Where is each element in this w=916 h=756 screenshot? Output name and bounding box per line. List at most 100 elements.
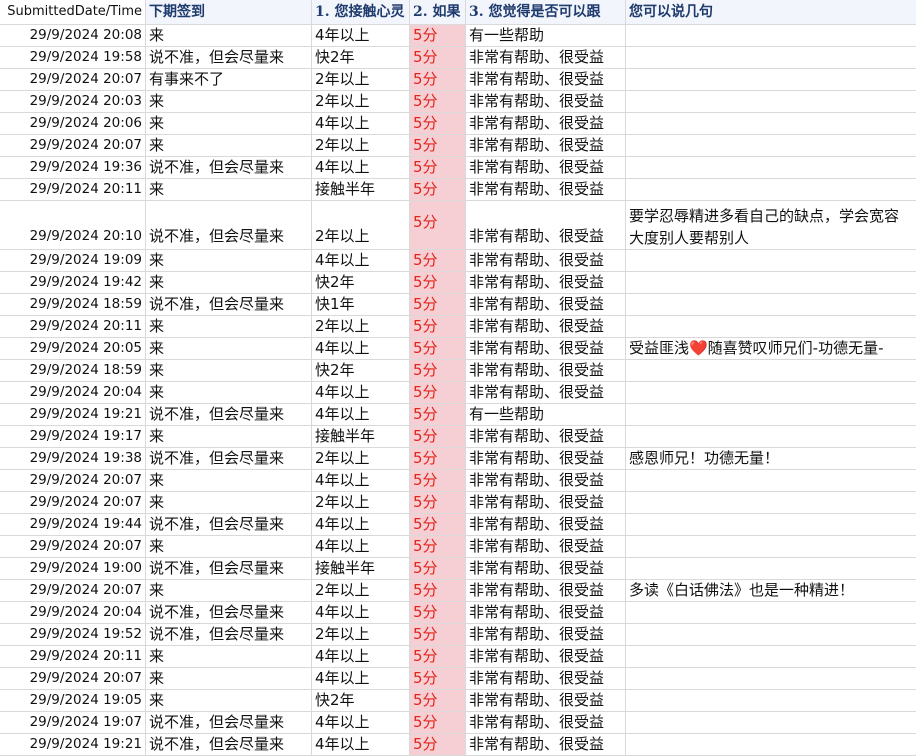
cell-signin[interactable]: 来 bbox=[146, 360, 312, 381]
cell-score[interactable]: 5分 bbox=[410, 294, 466, 315]
cell-comment[interactable] bbox=[626, 558, 916, 579]
cell-signin[interactable]: 来 bbox=[146, 470, 312, 491]
cell-signin[interactable]: 来 bbox=[146, 646, 312, 667]
cell-comment[interactable] bbox=[626, 316, 916, 337]
cell-score[interactable]: 5分 bbox=[410, 179, 466, 200]
cell-help[interactable]: 非常有帮助、很受益 bbox=[466, 338, 626, 359]
cell-signin[interactable]: 来 bbox=[146, 179, 312, 200]
cell-score[interactable]: 5分 bbox=[410, 470, 466, 491]
cell-duration[interactable]: 4年以上 bbox=[312, 404, 410, 425]
cell-date[interactable]: 29/9/2024 20:06 bbox=[0, 113, 146, 134]
cell-date[interactable]: 29/9/2024 20:10 bbox=[0, 201, 146, 249]
cell-score[interactable]: 5分 bbox=[410, 536, 466, 557]
cell-help[interactable]: 非常有帮助、很受益 bbox=[466, 250, 626, 271]
cell-duration[interactable]: 4年以上 bbox=[312, 514, 410, 535]
cell-signin[interactable]: 来 bbox=[146, 492, 312, 513]
cell-duration[interactable]: 2年以上 bbox=[312, 135, 410, 156]
cell-date[interactable]: 29/9/2024 19:36 bbox=[0, 157, 146, 178]
cell-help[interactable]: 有一些帮助 bbox=[466, 404, 626, 425]
header-cell-signin[interactable]: 下期签到 bbox=[146, 0, 312, 24]
cell-date[interactable]: 29/9/2024 19:09 bbox=[0, 250, 146, 271]
cell-comment[interactable] bbox=[626, 69, 916, 90]
cell-comment[interactable] bbox=[626, 536, 916, 557]
cell-signin[interactable]: 说不准，但会尽量来 bbox=[146, 47, 312, 68]
cell-score[interactable]: 5分 bbox=[410, 91, 466, 112]
cell-comment[interactable] bbox=[626, 690, 916, 711]
cell-signin[interactable]: 来 bbox=[146, 113, 312, 134]
cell-signin[interactable]: 来 bbox=[146, 536, 312, 557]
cell-date[interactable]: 29/9/2024 19:21 bbox=[0, 404, 146, 425]
cell-comment[interactable] bbox=[626, 25, 916, 46]
cell-signin[interactable]: 说不准，但会尽量来 bbox=[146, 404, 312, 425]
cell-score[interactable]: 5分 bbox=[410, 360, 466, 381]
cell-help[interactable]: 非常有帮助、很受益 bbox=[466, 514, 626, 535]
cell-help[interactable]: 非常有帮助、很受益 bbox=[466, 536, 626, 557]
cell-date[interactable]: 29/9/2024 20:04 bbox=[0, 602, 146, 623]
cell-score[interactable]: 5分 bbox=[410, 448, 466, 469]
cell-comment[interactable] bbox=[626, 404, 916, 425]
cell-score[interactable]: 5分 bbox=[410, 47, 466, 68]
cell-help[interactable]: 非常有帮助、很受益 bbox=[466, 113, 626, 134]
cell-help[interactable]: 非常有帮助、很受益 bbox=[466, 135, 626, 156]
cell-duration[interactable]: 2年以上 bbox=[312, 492, 410, 513]
cell-comment[interactable] bbox=[626, 157, 916, 178]
cell-signin[interactable]: 说不准，但会尽量来 bbox=[146, 712, 312, 733]
cell-duration[interactable]: 4年以上 bbox=[312, 734, 410, 755]
cell-duration[interactable]: 2年以上 bbox=[312, 91, 410, 112]
cell-score[interactable]: 5分 bbox=[410, 492, 466, 513]
header-cell-q2[interactable]: 2. 如果 bbox=[410, 0, 466, 24]
cell-duration[interactable]: 4年以上 bbox=[312, 646, 410, 667]
cell-signin[interactable]: 来 bbox=[146, 382, 312, 403]
cell-help[interactable]: 非常有帮助、很受益 bbox=[466, 69, 626, 90]
cell-signin[interactable]: 来 bbox=[146, 135, 312, 156]
cell-comment[interactable] bbox=[626, 382, 916, 403]
cell-comment[interactable]: 感恩师兄！功德无量！ bbox=[626, 448, 916, 469]
cell-help[interactable]: 非常有帮助、很受益 bbox=[466, 91, 626, 112]
cell-help[interactable]: 非常有帮助、很受益 bbox=[466, 646, 626, 667]
cell-date[interactable]: 29/9/2024 20:07 bbox=[0, 492, 146, 513]
cell-signin[interactable]: 说不准，但会尽量来 bbox=[146, 624, 312, 645]
cell-score[interactable]: 5分 bbox=[410, 113, 466, 134]
cell-duration[interactable]: 4年以上 bbox=[312, 470, 410, 491]
cell-duration[interactable]: 快2年 bbox=[312, 272, 410, 293]
cell-duration[interactable]: 4年以上 bbox=[312, 536, 410, 557]
cell-help[interactable]: 非常有帮助、很受益 bbox=[466, 426, 626, 447]
cell-score[interactable]: 5分 bbox=[410, 426, 466, 447]
cell-help[interactable]: 非常有帮助、很受益 bbox=[466, 157, 626, 178]
header-cell-submitted[interactable]: SubmittedDate/Time bbox=[0, 0, 146, 24]
cell-signin[interactable]: 来 bbox=[146, 668, 312, 689]
cell-help[interactable]: 非常有帮助、很受益 bbox=[466, 272, 626, 293]
cell-duration[interactable]: 4年以上 bbox=[312, 25, 410, 46]
cell-duration[interactable]: 4年以上 bbox=[312, 113, 410, 134]
cell-duration[interactable]: 4年以上 bbox=[312, 382, 410, 403]
cell-score[interactable]: 5分 bbox=[410, 734, 466, 755]
cell-help[interactable]: 非常有帮助、很受益 bbox=[466, 179, 626, 200]
cell-comment[interactable] bbox=[626, 492, 916, 513]
cell-duration[interactable]: 接触半年 bbox=[312, 558, 410, 579]
cell-comment[interactable] bbox=[626, 294, 916, 315]
cell-duration[interactable]: 2年以上 bbox=[312, 69, 410, 90]
cell-signin[interactable]: 说不准，但会尽量来 bbox=[146, 294, 312, 315]
cell-signin[interactable]: 说不准，但会尽量来 bbox=[146, 558, 312, 579]
cell-score[interactable]: 5分 bbox=[410, 690, 466, 711]
cell-comment[interactable] bbox=[626, 47, 916, 68]
cell-duration[interactable]: 2年以上 bbox=[312, 316, 410, 337]
cell-signin[interactable]: 说不准，但会尽量来 bbox=[146, 734, 312, 755]
cell-help[interactable]: 非常有帮助、很受益 bbox=[466, 448, 626, 469]
cell-date[interactable]: 29/9/2024 20:11 bbox=[0, 646, 146, 667]
cell-comment[interactable] bbox=[626, 113, 916, 134]
cell-score[interactable]: 5分 bbox=[410, 382, 466, 403]
cell-score[interactable]: 5分 bbox=[410, 624, 466, 645]
cell-score[interactable]: 5分 bbox=[410, 69, 466, 90]
cell-help[interactable]: 非常有帮助、很受益 bbox=[466, 690, 626, 711]
cell-duration[interactable]: 4年以上 bbox=[312, 602, 410, 623]
cell-comment[interactable] bbox=[626, 179, 916, 200]
cell-duration[interactable]: 2年以上 bbox=[312, 580, 410, 601]
cell-date[interactable]: 29/9/2024 20:07 bbox=[0, 580, 146, 601]
cell-signin[interactable]: 来 bbox=[146, 316, 312, 337]
cell-signin[interactable]: 来 bbox=[146, 690, 312, 711]
cell-help[interactable]: 非常有帮助、很受益 bbox=[466, 382, 626, 403]
header-cell-q3[interactable]: 3. 您觉得是否可以跟 bbox=[466, 0, 626, 24]
cell-score[interactable]: 5分 bbox=[410, 668, 466, 689]
cell-date[interactable]: 29/9/2024 20:07 bbox=[0, 135, 146, 156]
